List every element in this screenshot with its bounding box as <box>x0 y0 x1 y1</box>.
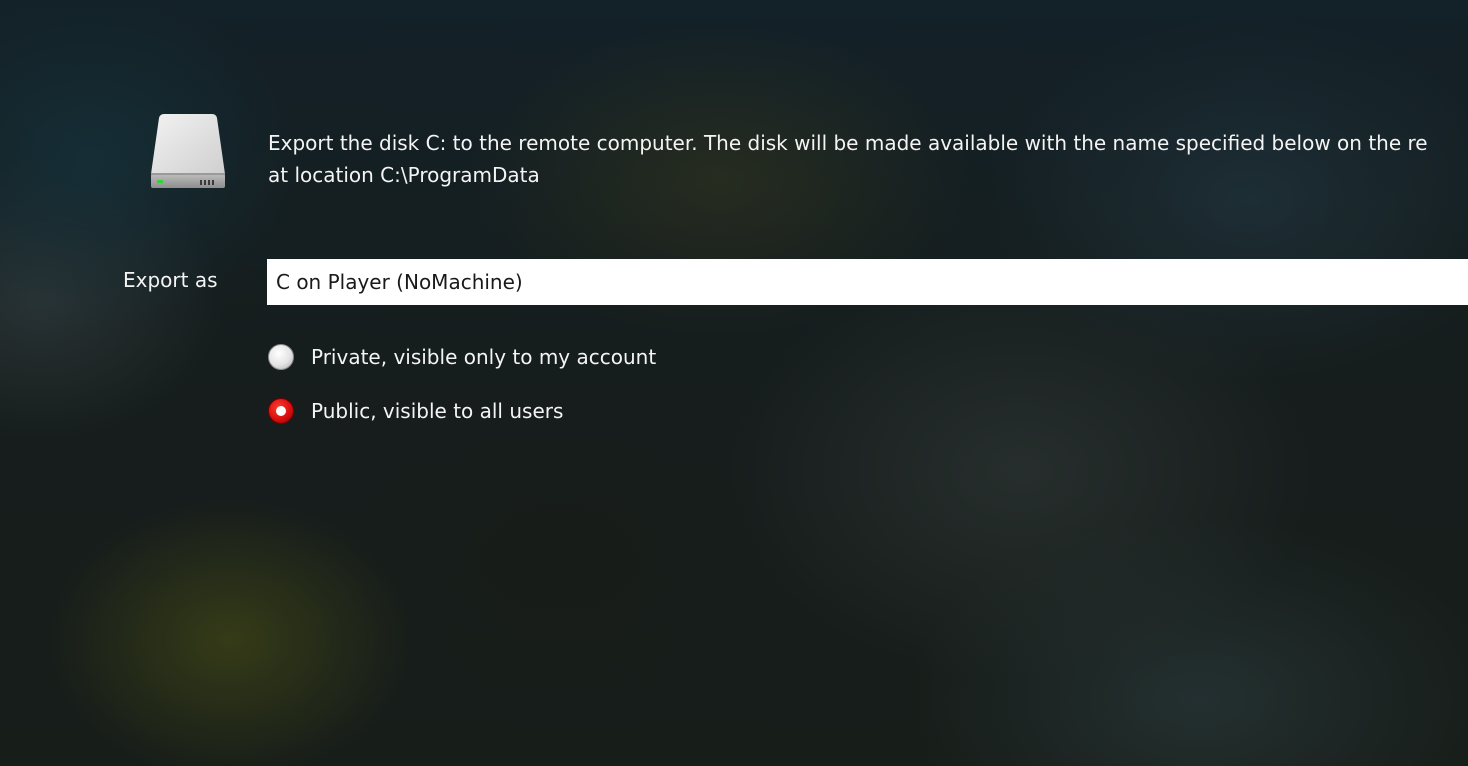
description-line-1: Export the disk C: to the remote compute… <box>268 131 1428 155</box>
export-as-input[interactable] <box>267 259 1468 305</box>
disk-description: Export the disk C: to the remote compute… <box>268 127 1468 191</box>
export-as-label: Export as <box>123 268 218 292</box>
description-line-2: at location C:\ProgramData <box>268 163 540 187</box>
radio-button-unselected[interactable] <box>268 344 294 370</box>
clipped-title-text: · · · <box>118 0 155 10</box>
radio-label-private: Private, visible only to my account <box>311 345 657 369</box>
radio-selected-dot <box>276 406 286 416</box>
radio-option-public[interactable]: Public, visible to all users <box>268 396 563 426</box>
hard-drive-icon <box>150 112 226 190</box>
radio-label-public: Public, visible to all users <box>311 399 564 423</box>
radio-button-selected[interactable] <box>268 398 294 424</box>
radio-option-private[interactable]: Private, visible only to my account <box>268 342 656 372</box>
